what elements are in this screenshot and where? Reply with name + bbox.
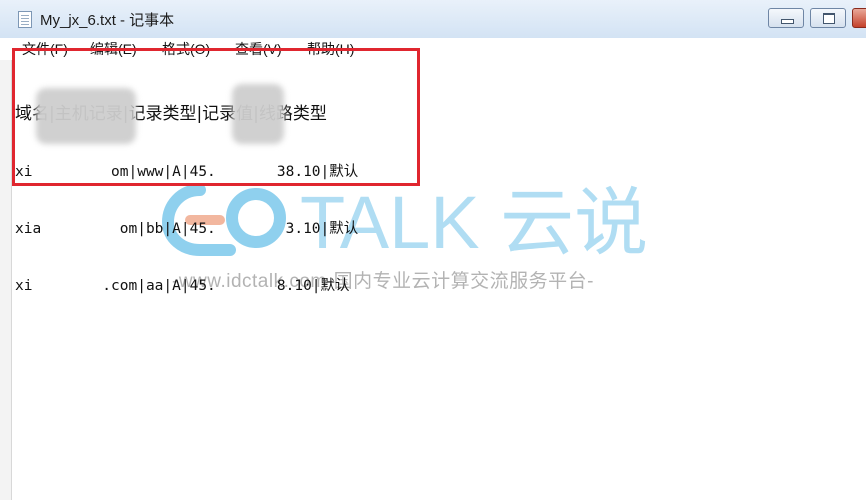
title-bar[interactable]: My_jx_6.txt - 记事本 [0,0,866,39]
highlight-box [12,48,420,186]
close-button[interactable] [852,8,866,28]
window-title: My_jx_6.txt - 记事本 [40,12,175,29]
text-line: xia om|bb|A|45. 3.10|默认 [15,221,359,237]
notepad-window: My_jx_6.txt - 记事本 文件(F) 编辑(E) 格式(O) 查看(V… [0,0,866,500]
text-line: xi .com|aa|A|45. 8.10|默认 [15,278,350,294]
editor-left-edge [0,60,12,500]
notepad-icon [18,11,32,28]
minimize-button[interactable] [768,8,804,28]
maximize-button[interactable] [810,8,846,28]
